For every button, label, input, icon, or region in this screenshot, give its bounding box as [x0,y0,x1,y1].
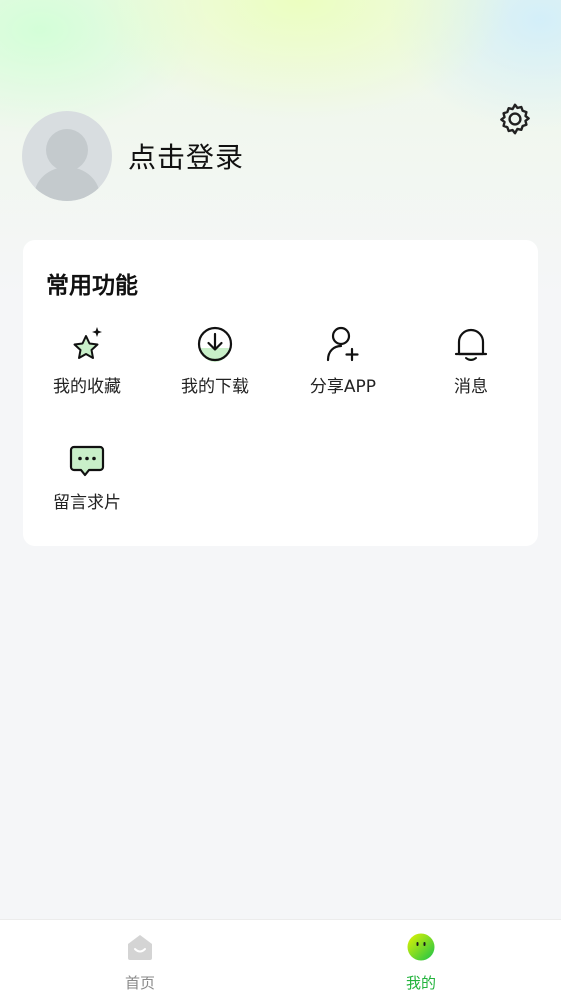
messages-button[interactable]: 消息 [407,324,535,397]
favorites-label: 我的收藏 [53,377,121,397]
avatar[interactable] [22,111,112,201]
bottom-tab-bar: 首页 我的 [0,919,561,1000]
favorites-button[interactable]: 我的收藏 [23,324,151,397]
downloads-label: 我的下载 [181,377,249,397]
share-app-label: 分享APP [309,377,377,397]
chat-bubble-icon [67,440,107,480]
tab-home[interactable]: 首页 [80,920,200,1000]
tab-mine[interactable]: 我的 [361,920,481,1000]
home-icon [123,930,157,964]
request-movie-button[interactable]: 留言求片 [23,440,151,513]
messages-label: 消息 [454,377,488,397]
gear-icon [500,103,530,135]
section-title: 常用功能 [46,273,138,299]
request-movie-label: 留言求片 [53,493,121,513]
profile-section[interactable]: 点击登录 [22,111,244,201]
settings-button[interactable] [496,100,534,138]
tab-home-label: 首页 [124,974,155,992]
bell-icon [451,324,491,364]
tab-mine-label: 我的 [405,974,436,992]
downloads-button[interactable]: 我的下载 [151,324,279,397]
user-add-icon [323,324,363,364]
login-link[interactable]: 点击登录 [128,136,244,176]
download-icon [195,324,235,364]
star-sparkle-icon [67,324,107,364]
share-app-button[interactable]: 分享APP [279,324,407,397]
face-icon [404,930,438,964]
common-functions-card: 常用功能 我的收藏 我的下载 分享APP 消息 留言求片 [23,240,538,546]
